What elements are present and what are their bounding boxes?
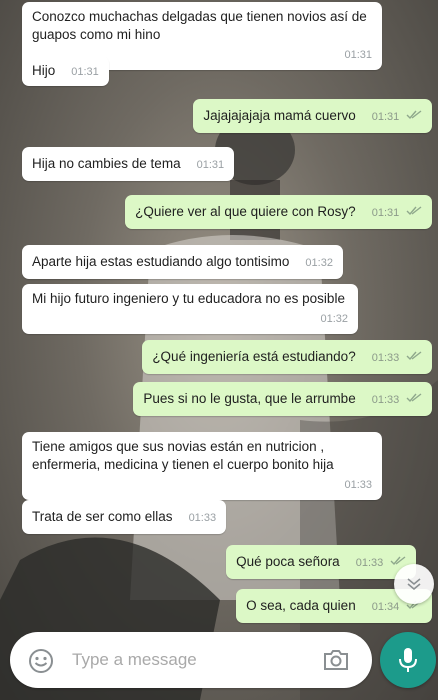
message-incoming[interactable]: Mi hijo futuro ingeniero y tu educadora … xyxy=(22,284,358,334)
message-text: Tiene amigos que sus novias están en nut… xyxy=(32,439,334,472)
message-input[interactable]: Type a message xyxy=(72,650,197,670)
double-check-icon xyxy=(406,206,422,216)
chevron-down-icon xyxy=(407,578,421,591)
message-time: 01:32 xyxy=(305,257,333,269)
message-text: Hijo xyxy=(32,63,56,78)
message-incoming[interactable]: Hijo 01:31 xyxy=(22,56,109,86)
message-text: Jajajajajaja mamá cuervo xyxy=(203,108,356,123)
message-text: O sea, cada quien xyxy=(246,598,356,613)
double-check-icon xyxy=(406,110,422,120)
message-composer: Type a message xyxy=(10,632,372,688)
message-text: ¿Qué ingeniería está estudiando? xyxy=(152,349,356,364)
message-text: Trata de ser como ellas xyxy=(32,509,173,524)
message-time: 01:33 xyxy=(355,557,384,569)
emoji-icon[interactable] xyxy=(28,648,54,674)
voice-record-button[interactable] xyxy=(380,632,436,688)
double-check-icon xyxy=(406,351,422,361)
camera-icon[interactable] xyxy=(322,648,350,672)
message-text: Aparte hija estas estudiando algo tontis… xyxy=(32,254,290,269)
message-text: Conozco muchachas delgadas que tienen no… xyxy=(32,9,367,42)
message-time: 01:31 xyxy=(71,66,99,78)
scroll-to-bottom-button[interactable] xyxy=(394,564,434,604)
message-outgoing[interactable]: ¿Qué ingeniería está estudiando? 01:33 xyxy=(142,340,432,374)
mic-icon xyxy=(399,648,417,672)
double-check-icon xyxy=(406,393,422,403)
message-outgoing[interactable]: Jajajajajaja mamá cuervo 01:31 xyxy=(193,99,432,133)
message-time: 01:31 xyxy=(371,111,400,123)
message-time: 01:33 xyxy=(371,352,400,364)
message-incoming[interactable]: Hija no cambies de tema 01:31 xyxy=(22,147,235,181)
message-outgoing[interactable]: Qué poca señora 01:33 xyxy=(226,545,416,579)
message-time: 01:32 xyxy=(320,313,348,325)
message-incoming[interactable]: Aparte hija estas estudiando algo tontis… xyxy=(22,245,343,279)
message-text: Mi hijo futuro ingeniero y tu educadora … xyxy=(32,291,345,306)
message-time: 01:33 xyxy=(371,394,400,406)
message-incoming[interactable]: Tiene amigos que sus novias están en nut… xyxy=(22,432,382,500)
message-time: 01:31 xyxy=(371,207,400,219)
message-time: 01:33 xyxy=(344,479,372,491)
message-time: 01:34 xyxy=(371,601,400,613)
message-text: ¿Quiere ver al que quiere con Rosy? xyxy=(135,204,356,219)
message-outgoing[interactable]: ¿Quiere ver al que quiere con Rosy? 01:31 xyxy=(125,195,432,229)
double-check-icon xyxy=(390,556,406,566)
message-outgoing[interactable]: Pues si no le gusta, que le arrumbe 01:33 xyxy=(133,382,432,416)
message-text: Pues si no le gusta, que le arrumbe xyxy=(143,391,356,406)
message-text: Qué poca señora xyxy=(236,554,340,569)
message-time: 01:33 xyxy=(188,512,217,524)
message-time: 01:31 xyxy=(196,159,225,171)
message-text: Hija no cambies de tema xyxy=(32,156,181,171)
message-incoming[interactable]: Trata de ser como ellas 01:33 xyxy=(22,500,227,534)
